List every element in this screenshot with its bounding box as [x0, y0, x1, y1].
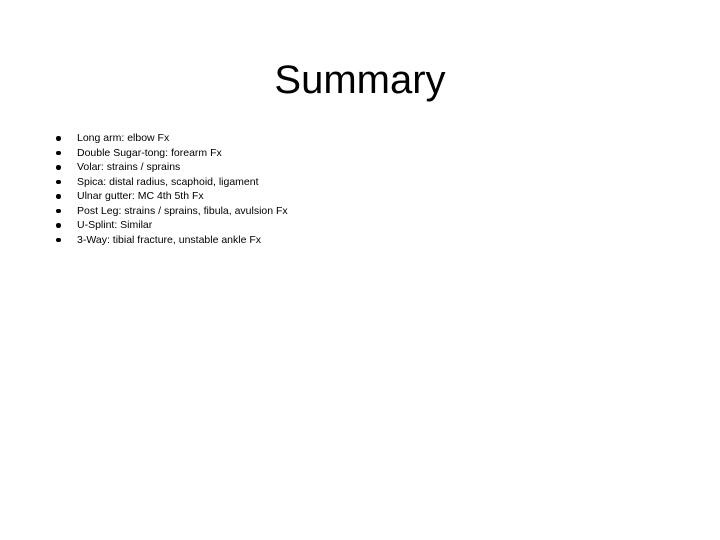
list-item: Spica: distal radius, scaphoid, ligament — [52, 175, 672, 190]
list-item: U-Splint: Similar — [52, 218, 672, 233]
list-item: 3-Way: tibial fracture, unstable ankle F… — [52, 233, 672, 248]
list-item: Volar: strains / sprains — [52, 160, 672, 175]
page-title: Summary — [274, 58, 446, 102]
bullet-point-icon — [56, 223, 61, 228]
list-item-label: Ulnar gutter: MC 4th 5th Fx — [77, 190, 204, 202]
bullet-point-icon — [56, 150, 61, 155]
list-item-label: U-Splint: Similar — [77, 219, 153, 231]
list-item: Double Sugar-tong: forearm Fx — [52, 146, 672, 161]
list-item: Long arm: elbow Fx — [52, 131, 672, 146]
list-item-label: 3-Way: tibial fracture, unstable ankle F… — [77, 233, 262, 246]
bullet-point-icon — [56, 208, 61, 213]
slide-canvas: Summary Long arm: elbow Fx Double Sugar-… — [0, 0, 720, 540]
list-item-label: Spica: distal radius, scaphoid, ligament — [77, 175, 259, 188]
bullet-point-icon — [56, 179, 61, 184]
list-item: Ulnar gutter: MC 4th 5th Fx — [52, 189, 672, 204]
bullet-point-icon — [56, 237, 61, 242]
list-item-label: Long arm: elbow Fx — [77, 132, 170, 144]
bullet-point-icon — [56, 136, 61, 141]
list-item-label: Double Sugar-tong: forearm Fx — [77, 146, 222, 159]
list-item-label: Volar: strains / sprains — [77, 161, 181, 173]
bullet-point-icon — [56, 165, 61, 170]
summary-bullet-list: Long arm: elbow Fx Double Sugar-tong: fo… — [52, 131, 672, 247]
bullet-point-icon — [56, 194, 61, 199]
list-item-label: Post Leg: strains / sprains, fibula, avu… — [77, 204, 288, 217]
list-item: Post Leg: strains / sprains, fibula, avu… — [52, 204, 672, 219]
